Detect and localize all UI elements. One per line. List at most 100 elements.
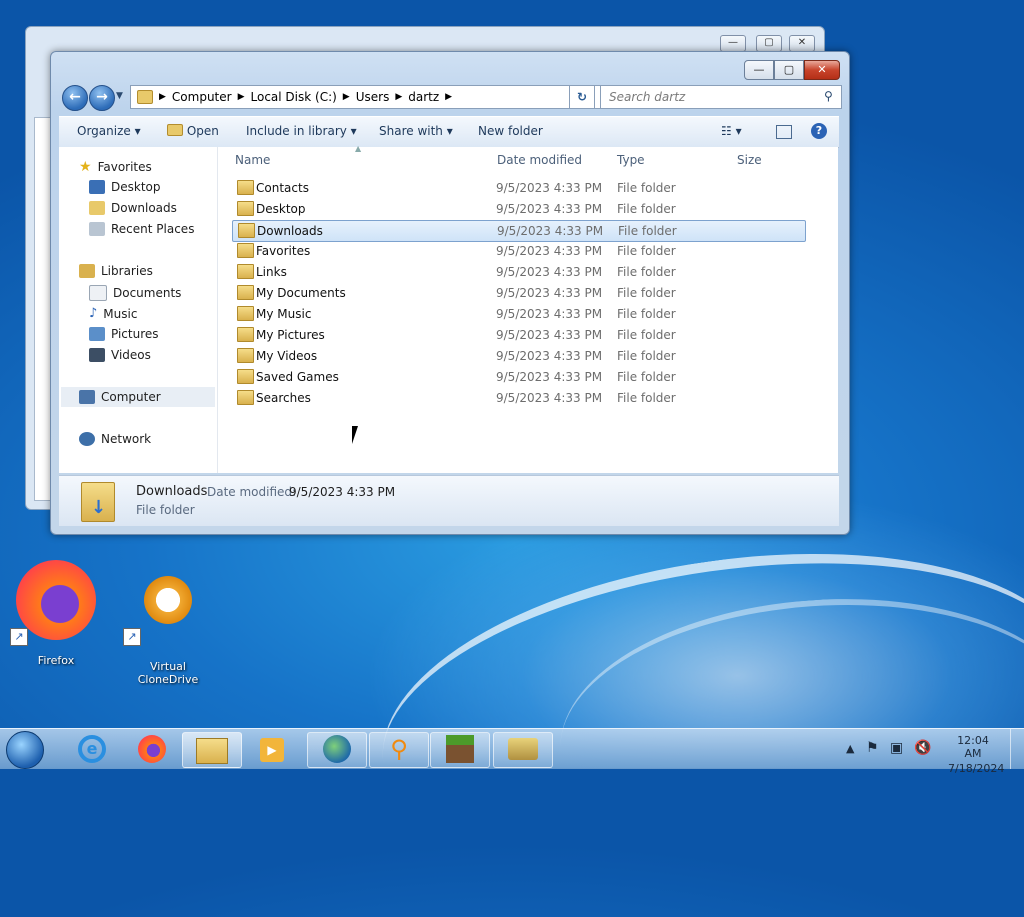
details-type: File folder [136, 503, 195, 517]
file-type: File folder [617, 244, 676, 258]
include-in-library-menu[interactable]: Include in library ▾ [246, 124, 357, 138]
recent-places-icon [89, 222, 105, 236]
taskbar-firefox[interactable] [122, 732, 182, 768]
file-type: File folder [617, 391, 676, 405]
close-button[interactable]: ✕ [804, 60, 840, 80]
explorer-window[interactable]: — ▢ ✕ ← → ▼ ▶ Computer ▶ Local Disk (C:)… [50, 51, 850, 535]
preview-pane-icon[interactable] [776, 125, 792, 139]
file-date: 9/5/2023 4:33 PM [496, 370, 603, 384]
documents-icon [89, 285, 107, 301]
maximize-button[interactable]: ▢ [756, 35, 782, 52]
file-row[interactable]: Searches 9/5/2023 4:33 PM File folder [232, 388, 804, 408]
nav-recent-label: Recent Places [111, 222, 195, 236]
network-tray-icon[interactable]: ▣ [890, 740, 903, 756]
file-date: 9/5/2023 4:33 PM [496, 181, 603, 195]
nav-videos[interactable]: Videos [89, 348, 151, 362]
folder-icon [237, 201, 254, 216]
file-name: Desktop [256, 202, 306, 216]
volume-muted-icon[interactable]: 🔇 [914, 740, 931, 756]
nav-computer-label: Computer [101, 390, 161, 404]
taskbar-search-app[interactable]: ⚲ [369, 732, 429, 768]
action-center-flag-icon[interactable]: ⚑ [866, 740, 879, 756]
file-date: 9/5/2023 4:33 PM [496, 286, 603, 300]
start-button[interactable] [6, 731, 44, 769]
media-player-icon: ▶ [260, 738, 284, 762]
file-list[interactable]: Name ▲ Date modified Type Size Contacts 9… [218, 144, 838, 473]
clock-time: 12:04 AM [957, 734, 989, 760]
recent-pages-icon[interactable]: ▼ [116, 91, 123, 101]
taskbar-app-globe[interactable] [307, 732, 367, 768]
close-button[interactable]: ✕ [789, 35, 815, 52]
nav-documents[interactable]: Documents [89, 285, 181, 301]
taskbar-clonedrive-app[interactable] [493, 732, 553, 768]
computer-icon [79, 390, 95, 404]
breadcrumb-separator: ▶ [342, 92, 350, 102]
file-row[interactable]: My Pictures 9/5/2023 4:33 PM File folder [232, 325, 804, 345]
file-row[interactable]: Favorites 9/5/2023 4:33 PM File folder [232, 241, 804, 261]
grass-block-icon [446, 735, 474, 763]
organize-menu[interactable]: Organize ▾ [77, 124, 141, 138]
view-options-icon[interactable]: ☷ ▾ [721, 124, 742, 138]
search-input[interactable]: Search dartz [600, 85, 842, 109]
new-folder-button[interactable]: New folder [478, 124, 543, 138]
minimize-button[interactable]: — [720, 35, 746, 52]
file-row[interactable]: Saved Games 9/5/2023 4:33 PM File folder [232, 367, 804, 387]
address-bar[interactable]: ▶ Computer ▶ Local Disk (C:) ▶ Users ▶ d… [130, 85, 616, 109]
folder-icon [237, 348, 254, 363]
file-row[interactable]: Contacts 9/5/2023 4:33 PM File folder [232, 178, 804, 198]
clock[interactable]: 12:04 AM 7/18/2024 [948, 734, 1004, 775]
taskbar-media-player[interactable]: ▶ [242, 732, 302, 768]
nav-desktop[interactable]: Desktop [89, 180, 161, 194]
search-icon[interactable]: ⚲ [824, 89, 833, 103]
file-row[interactable]: My Music 9/5/2023 4:33 PM File folder [232, 304, 804, 324]
folder-icon [238, 223, 255, 238]
file-row[interactable]: My Videos 9/5/2023 4:33 PM File folder [232, 346, 804, 366]
file-date: 9/5/2023 4:33 PM [496, 328, 603, 342]
taskbar-ie[interactable]: e [62, 732, 122, 768]
file-name: Searches [256, 391, 311, 405]
nav-network[interactable]: Network [79, 432, 151, 446]
forward-button[interactable]: → [89, 85, 115, 111]
breadcrumb-computer[interactable]: Computer [172, 90, 232, 104]
star-icon: ★ [79, 159, 92, 175]
share-with-menu[interactable]: Share with ▾ [379, 124, 453, 138]
column-type[interactable]: Type [617, 153, 645, 167]
breadcrumb-users[interactable]: Users [356, 90, 390, 104]
file-date: 9/5/2023 4:33 PM [496, 202, 603, 216]
file-row[interactable]: Desktop 9/5/2023 4:33 PM File folder [232, 199, 804, 219]
open-button[interactable]: Open [167, 124, 219, 138]
include-label: Include in library [246, 124, 347, 138]
nav-favorites[interactable]: ★ Favorites [79, 159, 152, 175]
file-row[interactable]: My Documents 9/5/2023 4:33 PM File folder [232, 283, 804, 303]
file-row[interactable]: Links 9/5/2023 4:33 PM File folder [232, 262, 804, 282]
column-size[interactable]: Size [737, 153, 762, 167]
taskbar-minecraft[interactable] [430, 732, 490, 768]
taskbar-explorer[interactable] [182, 732, 242, 768]
column-name[interactable]: Name [235, 153, 270, 167]
file-name: Saved Games [256, 370, 339, 384]
nav-pictures[interactable]: Pictures [89, 327, 159, 341]
file-name: Links [256, 265, 287, 279]
column-date-modified[interactable]: Date modified [497, 153, 582, 167]
nav-libraries[interactable]: Libraries [79, 264, 153, 278]
explorer-folder-icon [196, 738, 228, 764]
minimize-button[interactable]: — [744, 60, 774, 80]
file-row[interactable]: Downloads 9/5/2023 4:33 PM File folder [232, 220, 806, 242]
desktop-firefox-icon[interactable]: Firefox [10, 560, 102, 667]
maximize-button[interactable]: ▢ [774, 60, 804, 80]
breadcrumb-local-disk[interactable]: Local Disk (C:) [251, 90, 337, 104]
show-hidden-icons[interactable]: ▲ [846, 742, 854, 755]
nav-recent-places[interactable]: Recent Places [89, 222, 194, 236]
details-date-label: Date modified: [207, 485, 297, 499]
refresh-icon[interactable]: ↻ [569, 85, 595, 109]
nav-music[interactable]: ♪ Music [89, 306, 137, 321]
breadcrumb-dartz[interactable]: dartz [408, 90, 439, 104]
back-button[interactable]: ← [62, 85, 88, 111]
help-icon[interactable]: ? [811, 123, 827, 139]
mouse-cursor [352, 426, 364, 444]
show-desktop-button[interactable] [1010, 729, 1024, 769]
nav-computer[interactable]: Computer [79, 390, 161, 404]
nav-pictures-label: Pictures [111, 327, 159, 341]
nav-downloads[interactable]: Downloads [89, 201, 177, 215]
desktop-clonedrive-icon[interactable]: Virtual CloneDrive [120, 552, 216, 686]
